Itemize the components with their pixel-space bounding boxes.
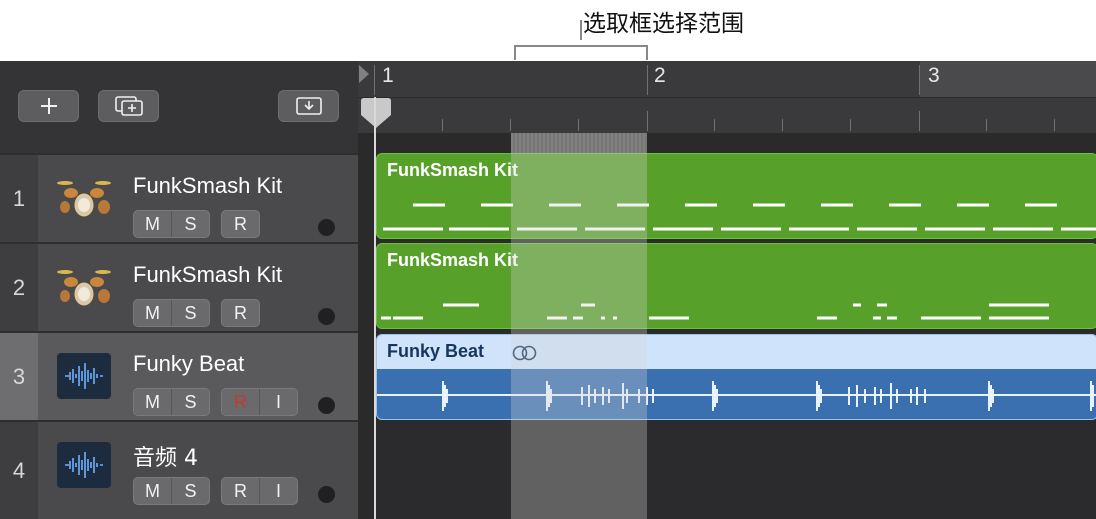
volume-knob[interactable] <box>318 219 335 236</box>
download-tray-icon <box>295 97 322 115</box>
cycle-start-marker[interactable] <box>358 63 370 85</box>
bar-ruler[interactable]: 1 2 3 3 <box>358 61 1096 98</box>
drum-kit-icon <box>57 181 111 218</box>
track-name[interactable]: FunkSmash Kit <box>133 173 282 199</box>
selection-range-bracket <box>514 20 648 60</box>
add-track-button[interactable] <box>18 90 79 122</box>
audio-waveform-icon <box>57 442 111 488</box>
beat-tick <box>782 119 783 131</box>
beat-tick <box>919 111 920 131</box>
record-enable-button[interactable]: R <box>222 300 259 326</box>
playhead-handle[interactable] <box>360 97 392 129</box>
beat-tick <box>986 119 987 131</box>
beat-tick <box>510 119 511 131</box>
bar-number: 3 <box>928 64 940 87</box>
plus-icon <box>40 98 57 114</box>
mute-solo-buttons: M S <box>133 210 210 238</box>
drum-pattern <box>383 203 1096 231</box>
track-number: 4 <box>0 422 38 519</box>
duplicate-plus-icon <box>114 96 143 116</box>
volume-knob[interactable] <box>318 308 335 325</box>
import-button[interactable] <box>278 90 339 122</box>
solo-button[interactable]: S <box>171 478 209 504</box>
record-enable-button[interactable]: R <box>222 478 259 504</box>
beat-tick <box>714 119 715 131</box>
region-name: FunkSmash Kit <box>387 160 519 180</box>
mute-button[interactable]: M <box>134 478 171 504</box>
audio-region-header <box>377 335 1096 369</box>
bar-number: 2 <box>654 64 666 87</box>
audio-region[interactable]: Funky Beat <box>376 334 1096 420</box>
mute-button[interactable]: M <box>134 300 171 326</box>
region-name: FunkSmash Kit <box>387 250 519 270</box>
record-buttons: R <box>221 210 260 238</box>
mute-solo-buttons: M S <box>133 477 210 505</box>
bar-tick <box>647 65 648 95</box>
bar-3-shade <box>920 61 1096 97</box>
record-enable-button[interactable]: R <box>222 389 259 415</box>
drum-kit-icon <box>57 270 111 307</box>
drum-pattern <box>381 303 1049 320</box>
record-buttons: R <box>221 299 260 327</box>
region-name: Funky Beat <box>387 341 485 361</box>
record-buttons: R I <box>221 477 298 505</box>
volume-knob[interactable] <box>318 486 335 503</box>
mute-solo-buttons: M S <box>133 299 210 327</box>
solo-button[interactable]: S <box>171 300 209 326</box>
track-header-toolbar <box>0 61 358 153</box>
track-header-selected[interactable]: 3 Funky Beat M S R I <box>0 331 358 420</box>
beat-tick <box>1054 119 1055 131</box>
audio-waveform <box>377 381 1096 411</box>
input-monitoring-button[interactable]: I <box>259 389 297 415</box>
ruler[interactable]: 1 2 3 3 <box>358 61 1096 133</box>
playhead[interactable] <box>374 97 376 519</box>
track-name[interactable]: 音频 4 <box>133 440 198 472</box>
beat-tick <box>442 119 443 131</box>
marquee-selection[interactable] <box>511 133 647 519</box>
beat-tick <box>647 111 648 131</box>
track-lanes[interactable]: FunkSmash Kit FunkSmash Kit Funky Beat <box>374 153 1096 519</box>
solo-button[interactable]: S <box>171 211 209 237</box>
duplicate-track-button[interactable] <box>98 90 159 122</box>
track-header[interactable]: 1 FunkSmash Kit M S R <box>0 153 358 242</box>
record-enable-button[interactable]: R <box>222 211 259 237</box>
solo-button[interactable]: S <box>171 389 209 415</box>
drummer-region[interactable]: FunkSmash Kit <box>376 153 1096 239</box>
beat-tick <box>578 119 579 131</box>
audio-waveform-icon <box>57 353 111 399</box>
beat-tick <box>850 119 851 131</box>
drummer-region[interactable]: FunkSmash Kit <box>376 243 1096 329</box>
volume-knob[interactable] <box>318 397 335 414</box>
track-number: 3 <box>0 333 38 420</box>
record-buttons: R I <box>221 388 298 416</box>
bar-number: 1 <box>382 64 394 87</box>
input-monitoring-button[interactable]: I <box>259 478 297 504</box>
track-name[interactable]: Funky Beat <box>133 351 244 377</box>
track-number: 1 <box>0 155 38 242</box>
tracks-area: 1 FunkSmash Kit M S R 2 FunkSmash Kit M … <box>0 61 1096 519</box>
mute-button[interactable]: M <box>134 211 171 237</box>
mute-solo-buttons: M S <box>133 388 210 416</box>
track-number: 2 <box>0 244 38 331</box>
track-header[interactable]: 2 FunkSmash Kit M S R <box>0 242 358 331</box>
track-name[interactable]: FunkSmash Kit <box>133 262 282 288</box>
bar-tick <box>374 65 375 95</box>
track-header[interactable]: 4 音频 4 M S R I <box>0 420 358 519</box>
mute-button[interactable]: M <box>134 389 171 415</box>
